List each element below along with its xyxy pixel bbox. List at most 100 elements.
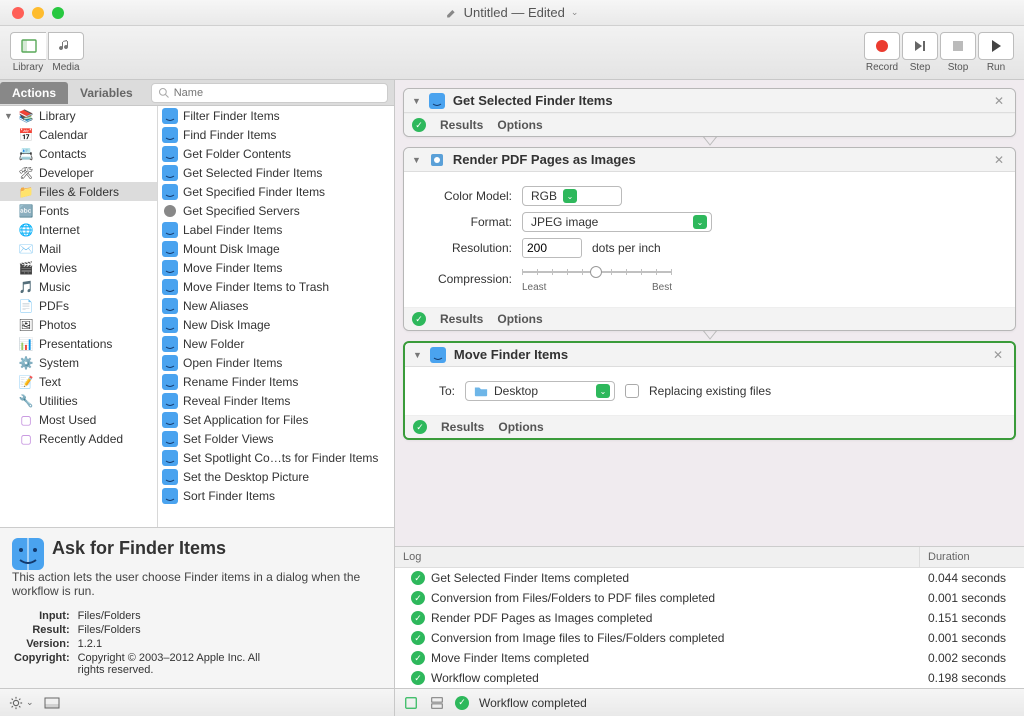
gear-icon[interactable] [8, 695, 24, 711]
action-list-item[interactable]: Get Specified Finder Items [158, 182, 394, 201]
actions-list[interactable]: Filter Finder ItemsFind Finder ItemsGet … [158, 106, 394, 527]
action-render-pdf-pages[interactable]: ▼ Render PDF Pages as Images ✕ Color Mod… [403, 147, 1016, 331]
action-list-item[interactable]: Get Specified Servers [158, 201, 394, 220]
variables-pane-icon[interactable] [44, 695, 60, 711]
action-list-item[interactable]: Set Application for Files [158, 410, 394, 429]
resolution-input[interactable] [522, 238, 582, 258]
zoom-window-button[interactable] [52, 7, 64, 19]
library-item[interactable]: 📊Presentations [0, 334, 157, 353]
library-item[interactable]: 📄PDFs [0, 296, 157, 315]
action-list-item[interactable]: New Folder [158, 334, 394, 353]
window-title[interactable]: Untitled — Edited ⌄ [446, 5, 579, 20]
library-item[interactable]: 📅Calendar [0, 125, 157, 144]
workflow-canvas[interactable]: ▼ Get Selected Finder Items ✕ ✓ Results … [395, 80, 1024, 546]
library-item[interactable]: ⚙️System [0, 353, 157, 372]
chevron-down-icon: ⌄ [596, 384, 610, 398]
format-select[interactable]: JPEG image ⌄ [522, 212, 712, 232]
desc-version-value: 1.2.1 [78, 638, 278, 650]
search-field[interactable] [151, 83, 388, 103]
run-button[interactable] [978, 32, 1014, 60]
desc-result-value: Files/Folders [78, 624, 278, 636]
disclosure-icon[interactable]: ▼ [412, 96, 421, 106]
library-item[interactable]: 🔧Utilities [0, 391, 157, 410]
library-item[interactable]: 📝Text [0, 372, 157, 391]
library-item[interactable]: 📁Files & Folders [0, 182, 157, 201]
action-list-item[interactable]: Get Folder Contents [158, 144, 394, 163]
library-item[interactable]: 🛠Developer [0, 163, 157, 182]
library-item[interactable]: 🌐Internet [0, 220, 157, 239]
library-item[interactable]: 🖼Photos [0, 315, 157, 334]
search-input[interactable] [174, 87, 381, 99]
library-item[interactable]: 🎵Music [0, 277, 157, 296]
log-view-icon[interactable] [429, 695, 445, 711]
action-list-item[interactable]: Set Spotlight Co…ts for Finder Items [158, 448, 394, 467]
action-get-selected-finder-items[interactable]: ▼ Get Selected Finder Items ✕ ✓ Results … [403, 88, 1016, 137]
slider-knob[interactable] [590, 266, 602, 278]
library-toggle-button[interactable] [10, 32, 46, 60]
results-button[interactable]: Results [441, 420, 484, 434]
media-button[interactable] [48, 32, 84, 60]
action-list-item[interactable]: Filter Finder Items [158, 106, 394, 125]
log-row[interactable]: ✓Render PDF Pages as Images completed0.1… [395, 608, 1024, 628]
finder-icon [430, 347, 446, 363]
action-list-item[interactable]: Reveal Finder Items [158, 391, 394, 410]
action-list-item[interactable]: Find Finder Items [158, 125, 394, 144]
action-list-item[interactable]: Open Finder Items [158, 353, 394, 372]
action-list-item[interactable]: New Disk Image [158, 315, 394, 334]
stop-button[interactable] [940, 32, 976, 60]
action-list-item[interactable]: Set the Desktop Picture [158, 467, 394, 486]
desc-input-label: Input: [14, 610, 76, 622]
results-button[interactable]: Results [440, 312, 483, 326]
close-window-button[interactable] [12, 7, 24, 19]
action-list-item[interactable]: Label Finder Items [158, 220, 394, 239]
results-button[interactable]: Results [440, 118, 483, 132]
options-button[interactable]: Options [497, 312, 542, 326]
options-button[interactable]: Options [497, 118, 542, 132]
disclosure-icon[interactable]: ▼ [413, 350, 422, 360]
minimize-window-button[interactable] [32, 7, 44, 19]
log-row[interactable]: ✓Conversion from Files/Folders to PDF fi… [395, 588, 1024, 608]
close-action-button[interactable]: ✕ [990, 348, 1006, 362]
tab-variables[interactable]: Variables [68, 82, 145, 104]
compression-slider[interactable] [522, 264, 672, 280]
library-item[interactable]: 🎬Movies [0, 258, 157, 277]
action-list-item[interactable]: Set Folder Views [158, 429, 394, 448]
close-action-button[interactable]: ✕ [991, 94, 1007, 108]
library-item[interactable]: ✉️Mail [0, 239, 157, 258]
library-categories[interactable]: ▼📚Library📅Calendar📇Contacts🛠Developer📁Fi… [0, 106, 158, 527]
library-root[interactable]: ▼📚Library [0, 106, 157, 125]
library-item[interactable]: 🔤Fonts [0, 201, 157, 220]
library-item[interactable]: 📇Contacts [0, 144, 157, 163]
replace-checkbox[interactable] [625, 384, 639, 398]
action-list-item[interactable]: New Aliases [158, 296, 394, 315]
action-list-item[interactable]: Mount Disk Image [158, 239, 394, 258]
log-row[interactable]: ✓Get Selected Finder Items completed0.04… [395, 568, 1024, 588]
log-row[interactable]: ✓Move Finder Items completed0.002 second… [395, 648, 1024, 668]
log-row[interactable]: ✓Conversion from Image files to Files/Fo… [395, 628, 1024, 648]
destination-select[interactable]: Desktop ⌄ [465, 381, 615, 401]
workflow-view-icon[interactable] [403, 695, 419, 711]
action-list-item[interactable]: Rename Finder Items [158, 372, 394, 391]
library-item[interactable]: ▢Recently Added [0, 429, 157, 448]
options-button[interactable]: Options [498, 420, 543, 434]
action-list-item[interactable]: Get Selected Finder Items [158, 163, 394, 182]
to-label: To: [425, 384, 455, 398]
record-icon [876, 40, 888, 52]
action-list-item[interactable]: Move Finder Items [158, 258, 394, 277]
resolution-label: Resolution: [424, 241, 512, 255]
log-header[interactable]: Log [395, 547, 920, 567]
disclosure-icon[interactable]: ▼ [412, 155, 421, 165]
color-model-select[interactable]: RGB ⌄ [522, 186, 622, 206]
action-list-item[interactable]: Sort Finder Items [158, 486, 394, 505]
library-item[interactable]: ▢Most Used [0, 410, 157, 429]
step-button[interactable] [902, 32, 938, 60]
record-button[interactable] [864, 32, 900, 60]
duration-header[interactable]: Duration [920, 547, 1024, 567]
log-row[interactable]: ✓Workflow completed0.198 seconds [395, 668, 1024, 688]
desc-version-label: Version: [14, 638, 76, 650]
action-list-item[interactable]: Move Finder Items to Trash [158, 277, 394, 296]
run-label: Run [987, 62, 1005, 73]
close-action-button[interactable]: ✕ [991, 153, 1007, 167]
tab-actions[interactable]: Actions [0, 82, 68, 104]
action-move-finder-items[interactable]: ▼ Move Finder Items ✕ To: Desktop ⌄ [403, 341, 1016, 440]
